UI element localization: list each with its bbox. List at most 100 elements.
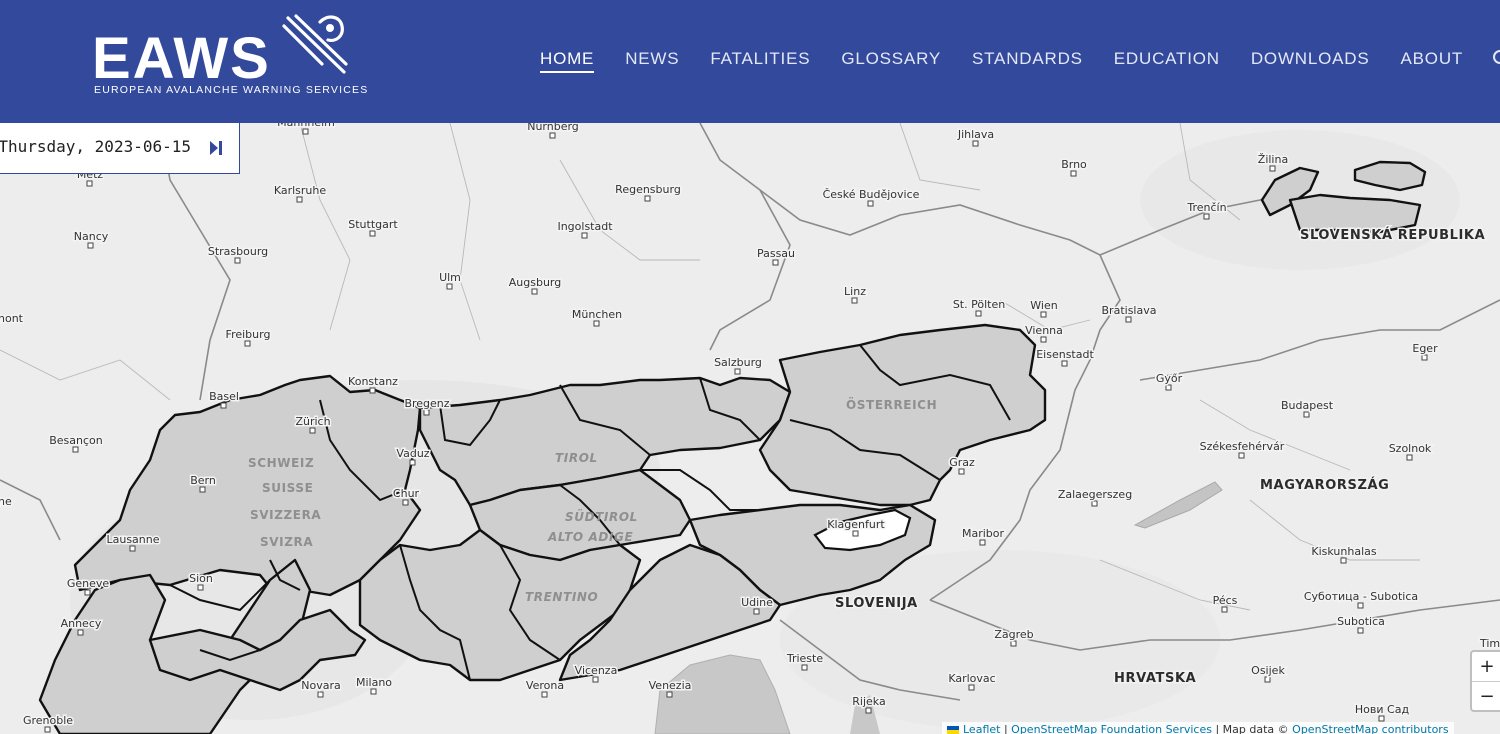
city-dot-icon <box>975 310 982 317</box>
city-label: Annecy <box>61 617 102 630</box>
city-dot-icon <box>370 688 377 695</box>
city-label: Bolzano <box>400 643 444 656</box>
city-dot-icon <box>531 288 538 295</box>
search-icon[interactable] <box>1492 49 1500 69</box>
logo-subtitle: EUROPEAN AVALANCHE WARNING SERVICES <box>94 84 369 96</box>
city-label: Ulm <box>439 271 461 284</box>
city-label: Győr <box>1156 372 1183 385</box>
city-dot-icon <box>244 340 251 347</box>
city-dot-icon <box>1421 354 1428 361</box>
country-label-slovenia: SLOVENIJA <box>835 596 918 611</box>
city-label: Klagenfurt <box>827 518 885 531</box>
city-dot-icon <box>423 409 430 416</box>
attribution-map-data: | Map data © <box>1211 723 1293 734</box>
city-label: Trenčín <box>1186 201 1226 214</box>
city-dot-icon <box>302 128 309 135</box>
site-header: EAWS EUROPEAN AVALANCHE WARNING SERVICES… <box>0 0 1500 123</box>
city-label: Besançon <box>49 434 103 447</box>
city-dot-icon <box>772 259 779 266</box>
nav-news[interactable]: NEWS <box>625 49 679 69</box>
city-dot-icon <box>296 196 303 203</box>
city-label: Chur <box>393 487 420 500</box>
city-dot-icon <box>309 427 316 434</box>
city-label: Székesfehérvár <box>1200 440 1285 453</box>
city-label: Nancy <box>74 230 109 243</box>
city-label: Geneve <box>67 577 110 590</box>
city-dot-icon <box>402 499 409 506</box>
city-dot-icon <box>419 656 424 661</box>
city-dot-icon <box>44 726 51 733</box>
city-dot-icon <box>1340 557 1347 564</box>
zoom-in-button[interactable]: + <box>1472 652 1500 682</box>
osm-contributors-link[interactable]: OpenStreetMap contributors <box>1292 723 1448 734</box>
city-label: Lausanne <box>106 533 159 546</box>
city-dot-icon <box>197 584 204 591</box>
nav-downloads[interactable]: DOWNLOADS <box>1251 49 1370 69</box>
nav-education[interactable]: EDUCATION <box>1114 49 1220 69</box>
city-dot-icon <box>1061 360 1068 367</box>
city-label: St. Pölten <box>953 298 1005 311</box>
attribution-separator: | <box>1000 723 1012 734</box>
city-dot-icon <box>581 232 588 239</box>
city-dot-icon <box>1357 602 1364 609</box>
city-dot-icon <box>592 676 599 683</box>
region-label-sudtirol: SÜDTIROL <box>565 509 638 524</box>
city-dot-icon <box>1040 311 1047 318</box>
city-label: Grenoble <box>23 714 73 727</box>
city-label: Udine <box>741 596 773 609</box>
zoom-out-button[interactable]: − <box>1472 682 1500 711</box>
city-label: Zalaegerszeg <box>1058 488 1132 501</box>
region-label-suisse: SUISSE <box>262 481 313 495</box>
nav-glossary[interactable]: GLOSSARY <box>841 49 941 69</box>
city-dot-icon <box>958 468 965 475</box>
map-label-fragment: nont <box>0 312 24 325</box>
city-dot-icon <box>1378 715 1385 722</box>
city-label: Trieste <box>786 652 823 665</box>
nav-home[interactable]: HOME <box>540 49 595 73</box>
city-dot-icon <box>587 468 592 473</box>
city-dot-icon <box>87 242 94 249</box>
city-label: Graz <box>949 456 975 469</box>
city-dot-icon <box>1269 165 1276 172</box>
city-dot-icon <box>1303 411 1310 418</box>
city-dot-icon <box>753 608 760 615</box>
city-dot-icon <box>1165 384 1172 391</box>
zoom-control: + − <box>1470 650 1500 712</box>
city-dot-icon <box>234 257 241 264</box>
city-label: Osijek <box>1251 664 1285 677</box>
nav-fatalities[interactable]: FATALITIES <box>710 49 810 69</box>
avalanche-map[interactable]: ÖSTERREICH SCHWEIZ SUISSE SVIZZERA SVIZR… <box>0 123 1500 734</box>
osm-foundation-link[interactable]: OpenStreetMap Foundation Services <box>1011 723 1212 734</box>
city-label: Bern <box>190 474 216 487</box>
city-label: Mannheim <box>277 123 335 129</box>
nav-about[interactable]: ABOUT <box>1401 49 1464 69</box>
city-label: Regensburg <box>615 183 681 196</box>
date-control: Thursday, 2023-06-15 <box>0 123 240 174</box>
city-dot-icon <box>549 132 556 139</box>
city-label: Eisenstadt <box>1036 348 1094 361</box>
city-dot-icon <box>369 387 376 394</box>
country-label-croatia: HRVATSKA <box>1114 671 1196 686</box>
skip-forward-icon[interactable] <box>209 139 223 157</box>
city-label: Villach <box>837 532 873 545</box>
city-label: Karlsruhe <box>274 184 327 197</box>
city-label: Vaduz <box>396 447 429 460</box>
ukraine-flag-icon <box>947 726 959 734</box>
region-label-schweiz: SCHWEIZ <box>248 456 314 470</box>
map-label-fragment: ne <box>0 495 12 508</box>
city-dot-icon <box>541 691 548 698</box>
city-dot-icon <box>409 459 416 466</box>
city-dot-icon <box>220 402 227 409</box>
region-label-trentino: TRENTINO <box>525 590 598 604</box>
city-label: Eger <box>1412 342 1438 355</box>
city-label: Venezia <box>649 679 692 692</box>
leaflet-link[interactable]: Leaflet <box>963 723 1000 734</box>
nav-standards[interactable]: STANDARDS <box>972 49 1083 69</box>
city-label: Subotica <box>1337 615 1385 628</box>
city-label: Innsbruck <box>563 455 617 468</box>
city-dot-icon <box>979 539 986 546</box>
eaws-logo[interactable]: EAWS EUROPEAN AVALANCHE WARNING SERVICES <box>92 14 367 106</box>
date-display[interactable]: Thursday, 2023-06-15 <box>0 137 191 156</box>
city-label: České Budějovice <box>823 188 920 201</box>
city-label: Torino <box>219 724 253 734</box>
